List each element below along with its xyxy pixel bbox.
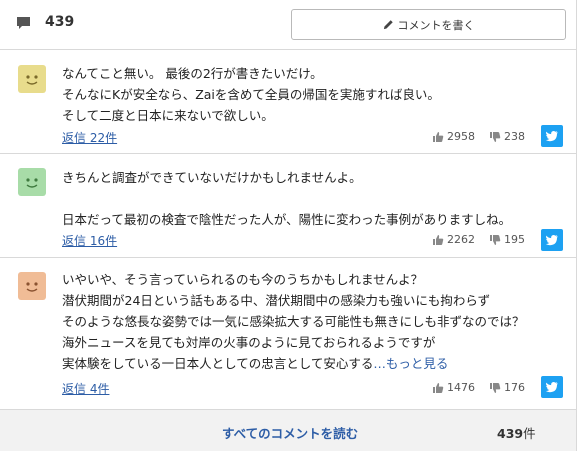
comment-body: いやいや、そう言っていられるのも今のうちかもしれませんよ？ 潜伏期間が24日とい… <box>62 272 525 371</box>
smiley-avatar-icon <box>18 272 46 300</box>
thumbs-down-icon <box>490 234 501 245</box>
total-comment-count: 439件 <box>497 423 536 442</box>
dislike-count: 176 <box>504 381 525 394</box>
write-comment-button[interactable]: コメントを書く <box>291 9 566 40</box>
avatar <box>18 65 46 93</box>
comment-text: いやいや、そう言っていられるのも今のうちかもしれませんよ？ 潜伏期間が24日とい… <box>62 269 525 374</box>
thumbs-down-icon <box>490 382 501 393</box>
reply-link[interactable]: 返信 4件 <box>62 380 109 397</box>
total-unit: 件 <box>523 426 536 441</box>
avatar <box>18 272 46 300</box>
speech-bubble-icon <box>17 17 30 29</box>
dislike-button[interactable]: 176 <box>489 381 525 394</box>
like-button[interactable]: 2958 <box>432 130 475 143</box>
comment-count: 439 <box>45 14 75 30</box>
comment-item: きちんと調査ができていないだけかもしれませんよ。 日本だって最初の検査で陰性だっ… <box>0 155 576 258</box>
dislike-button[interactable]: 238 <box>489 130 525 143</box>
twitter-share-button[interactable] <box>541 125 563 147</box>
like-count: 2958 <box>447 130 475 143</box>
reply-link[interactable]: 返信 16件 <box>62 232 117 249</box>
twitter-share-button[interactable] <box>541 229 563 251</box>
thumbs-up-icon <box>433 382 444 393</box>
total-number: 439 <box>497 426 524 441</box>
thumbs-up-icon <box>433 234 444 245</box>
thumbs-down-icon <box>490 131 501 142</box>
smiley-avatar-icon <box>18 168 46 196</box>
avatar <box>18 168 46 196</box>
comment-item: なんてこと無い。 最後の2行が書きたいだけ。 そんなにKが安全なら、Zaiを含め… <box>0 51 576 154</box>
comment-text: きちんと調査ができていないだけかもしれませんよ。 日本だって最初の検査で陰性だっ… <box>62 170 512 227</box>
comment-item: いやいや、そう言っていられるのも今のうちかもしれませんよ？ 潜伏期間が24日とい… <box>0 259 576 410</box>
read-all-comments-link[interactable]: すべてのコメントを読む <box>222 423 358 442</box>
reply-link[interactable]: 返信 22件 <box>62 129 117 146</box>
like-button[interactable]: 1476 <box>432 381 475 394</box>
twitter-share-button[interactable] <box>541 376 563 398</box>
like-count: 1476 <box>447 381 475 394</box>
panel-right-border <box>576 0 577 451</box>
comment-text: なんてこと無い。 最後の2行が書きたいだけ。 そんなにKが安全なら、Zaiを含め… <box>62 66 440 123</box>
comment-ellipsis: … <box>373 356 386 371</box>
pencil-icon <box>383 20 393 30</box>
like-count: 2262 <box>447 233 475 246</box>
read-more-link[interactable]: もっと見る <box>386 356 449 371</box>
comments-panel: 439 コメントを書く なんてこと無い。 最後の2行が書きたいだけ。 そんなにK… <box>0 0 580 451</box>
write-comment-label: コメントを書く <box>397 18 475 32</box>
dislike-button[interactable]: 195 <box>489 233 525 246</box>
thumbs-up-icon <box>433 131 444 142</box>
dislike-count: 195 <box>504 233 525 246</box>
smiley-avatar-icon <box>18 65 46 93</box>
twitter-bird-icon <box>545 235 558 246</box>
twitter-bird-icon <box>545 382 558 393</box>
comments-footer: すべてのコメントを読む 439件 <box>0 410 576 451</box>
dislike-count: 238 <box>504 130 525 143</box>
twitter-bird-icon <box>545 131 558 142</box>
like-button[interactable]: 2262 <box>432 233 475 246</box>
comments-header: 439 コメントを書く <box>0 0 576 50</box>
